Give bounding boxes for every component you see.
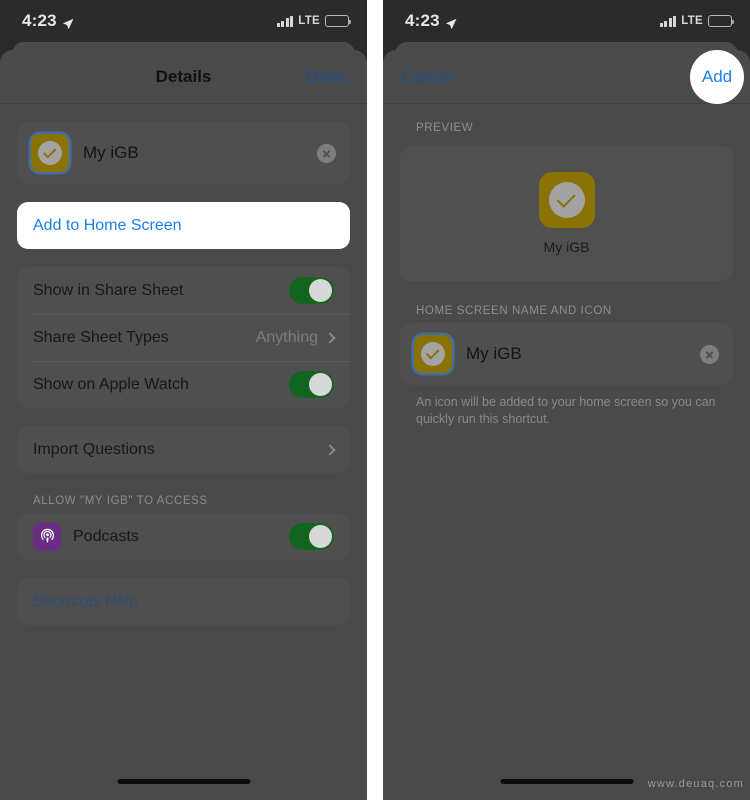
add-to-home-screen-sheet: Cancel Add PREVIEW My iGB HOME SCREEN NA… [383,50,750,800]
location-arrow-icon [62,15,74,30]
right-phone-screen: 4:23 LTE Cancel Add PREVIEW My iGB HOME … [383,0,750,800]
details-sheet: Details Done My iGB Add to Home Screen S… [0,50,367,800]
share-sheet-types-value: Anything [255,328,318,346]
status-bar-time: 4:23 [22,11,57,30]
row-shortcuts-help[interactable]: Shortcuts Help [17,578,350,625]
show-on-apple-watch-label: Show on Apple Watch [33,375,189,393]
preview-shortcut-name: My iGB [543,239,590,255]
add-button[interactable]: Add [690,50,744,104]
row-podcasts-access[interactable]: Podcasts [17,513,350,560]
battery-full-icon [325,15,351,27]
cancel-button[interactable]: Cancel [401,67,454,87]
row-show-on-apple-watch[interactable]: Show on Apple Watch [17,361,350,408]
show-in-share-sheet-toggle[interactable] [289,277,334,304]
add-sheet-navbar: Cancel Add [383,50,750,104]
home-screen-name-value[interactable]: My iGB [466,344,700,364]
access-card: Podcasts [17,513,350,560]
shortcut-name-card: My iGB [17,122,350,184]
home-screen-name-icon-header: HOME SCREEN NAME AND ICON [416,305,612,317]
shortcut-check-icon[interactable] [414,335,452,373]
cellular-bars-icon [276,15,294,27]
preview-section-header: PREVIEW [416,122,474,134]
show-in-share-sheet-label: Show in Share Sheet [33,281,184,299]
status-bar-time: 4:23 [405,11,440,30]
home-screen-footnote: An icon will be added to your home scree… [416,395,716,426]
shortcuts-help-label[interactable]: Shortcuts Help [33,593,334,611]
share-sheet-types-label: Share Sheet Types [33,328,169,346]
home-indicator [117,779,250,784]
details-content: My iGB Add to Home Screen Show in Share … [0,104,367,800]
add-to-home-screen-row[interactable]: Add to Home Screen [17,202,350,249]
status-bar-indicators-right: LTE [659,15,734,27]
add-sheet-content: PREVIEW My iGB HOME SCREEN NAME AND ICON… [383,104,750,800]
shortcut-check-icon [538,172,595,228]
podcasts-label: Podcasts [73,527,139,545]
shortcut-check-icon[interactable] [31,134,69,172]
status-bar-indicators-left: LTE [276,15,351,27]
home-screen-name-card: My iGB [400,323,733,385]
row-show-in-share-sheet[interactable]: Show in Share Sheet [17,267,350,314]
import-questions-label: Import Questions [33,440,155,458]
shortcut-name-row[interactable]: My iGB [17,122,350,184]
show-on-apple-watch-toggle[interactable] [289,371,334,398]
home-indicator [500,779,633,784]
clear-circle-icon[interactable] [317,143,336,163]
status-bar-time-group: 4:23 [22,11,74,31]
done-button[interactable]: Done [306,67,347,87]
status-bar-left: 4:23 LTE [0,0,367,42]
screenshot-root: 4:23 LTE Details Done My iGB Add to Home… [0,0,750,800]
shortcut-name-value[interactable]: My iGB [83,143,317,163]
chevron-right-icon[interactable] [324,443,336,456]
status-bar-right: 4:23 LTE [383,0,750,42]
network-label: LTE [298,15,320,27]
location-arrow-icon [445,15,457,30]
battery-full-icon [708,15,734,27]
details-navbar: Details Done [0,50,367,104]
import-questions-card: Import Questions [17,426,350,473]
shortcuts-help-card: Shortcuts Help [17,578,350,625]
chevron-right-icon[interactable] [324,331,336,344]
share-settings-card: Show in Share Sheet Share Sheet Types An… [17,267,350,408]
add-to-home-screen-card: Add to Home Screen [17,202,350,249]
podcasts-toggle[interactable] [289,523,334,550]
add-button-label[interactable]: Add [702,67,732,87]
add-to-home-screen-label[interactable]: Add to Home Screen [33,217,334,235]
cellular-bars-icon [659,15,677,27]
access-section-header: ALLOW "MY IGB" TO ACCESS [33,495,208,507]
row-share-sheet-types[interactable]: Share Sheet Types Anything [17,314,350,361]
page-title: Details [155,66,212,86]
network-label: LTE [681,15,703,27]
panel-gap [367,0,383,800]
row-import-questions[interactable]: Import Questions [17,426,350,473]
preview-card: My iGB [400,146,733,281]
home-screen-name-row[interactable]: My iGB [400,323,733,385]
clear-circle-icon[interactable] [700,344,719,364]
site-watermark: www.deuaq.com [647,778,744,790]
status-bar-time-group: 4:23 [405,11,457,31]
left-phone-screen: 4:23 LTE Details Done My iGB Add to Home… [0,0,367,800]
podcasts-icon [33,522,61,551]
